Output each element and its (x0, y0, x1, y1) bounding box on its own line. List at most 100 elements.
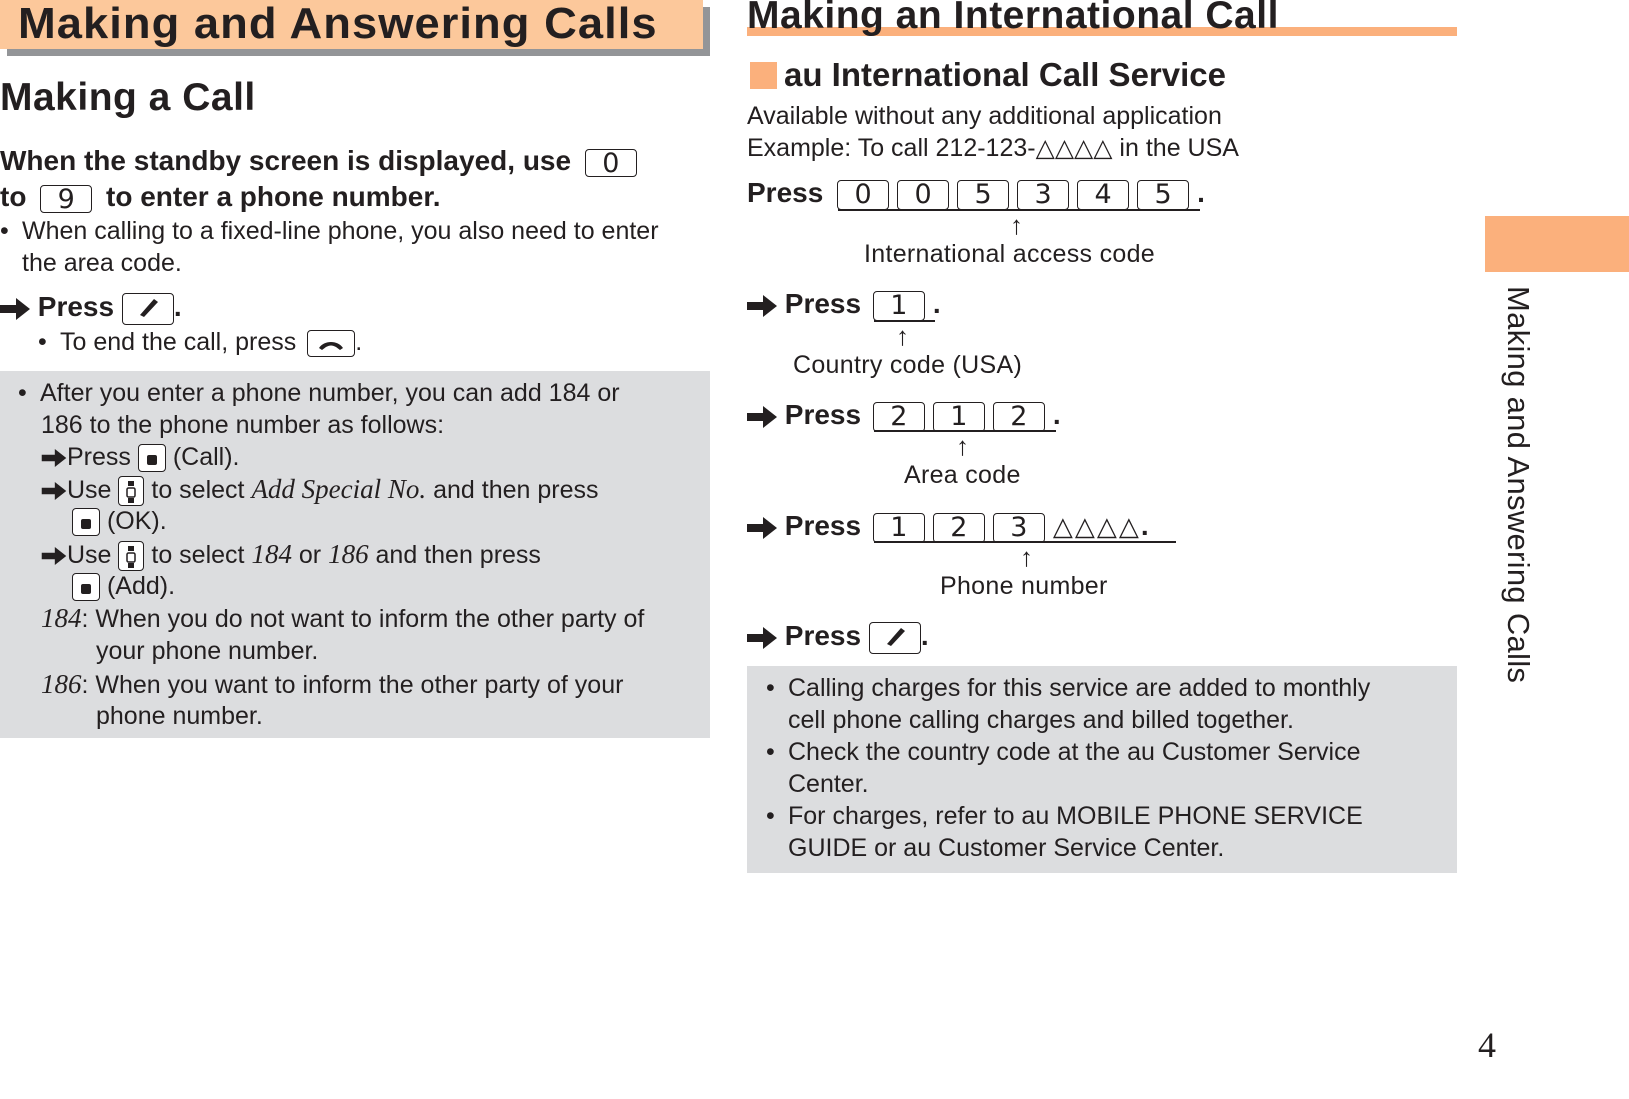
chapter-title: Making and Answering Calls (18, 0, 658, 48)
pointer-arrow-icon: ↑ (956, 431, 969, 461)
pointer-arrow-icon: ↑ (896, 321, 909, 351)
bullet-fixed-line: • When calling to a fixed-line phone, you… (0, 215, 659, 247)
end-call-key (307, 329, 356, 357)
bullet-dot: • (38, 328, 47, 356)
key-5: 5 (957, 179, 1010, 210)
right-arrow-icon (41, 449, 67, 468)
note-step-3: Use to select 184 or 186 and then press (41, 538, 541, 572)
intl-description: Available without any additional applica… (747, 102, 1222, 130)
intl-step-5: Press . (747, 618, 929, 654)
definition-184: 184: When you do not want to inform the … (41, 602, 644, 635)
caption-country-code: Country code (USA) (793, 351, 1023, 379)
definition-text: : When you do not want to inform the oth… (81, 605, 645, 633)
key-0: 0 (897, 179, 950, 210)
lead-text: When the standby screen is displayed, us… (0, 145, 572, 176)
pointer-arrow-icon: ↑ (1010, 210, 1023, 240)
step-text: Press (67, 443, 131, 471)
period: . (1197, 177, 1205, 208)
chapter-side-tab (1485, 216, 1629, 272)
intl-step-4: Press 1 2 3 △△△△. (747, 508, 1149, 544)
note-text-cont: Center. (788, 770, 869, 798)
center-key (72, 508, 100, 537)
call-key (121, 292, 174, 325)
digit-placeholder: △△△△ (1052, 511, 1141, 541)
step-text: and then press (433, 476, 599, 504)
subsection-title: au International Call Service (784, 56, 1226, 93)
call-key (868, 621, 921, 654)
key-sequence: 005345 (837, 175, 1197, 211)
key-2: 2 (872, 401, 925, 432)
menu-item-184: 184 (251, 539, 292, 569)
up-down-key (118, 476, 145, 507)
key-sequence: 212 (872, 397, 1053, 433)
bullet-dot: • (18, 379, 27, 407)
press-label: Press (37, 291, 115, 322)
phone-call-icon (886, 628, 905, 647)
lead-line-1: When the standby screen is displayed, us… (0, 143, 637, 179)
bullet-fixed-line-cont: the area code. (22, 249, 182, 277)
end-call-text: To end the call, press (60, 328, 297, 356)
right-arrow-icon (41, 547, 67, 566)
key-2: 2 (932, 512, 985, 543)
note-list: • Calling charges for this service are ad… (766, 672, 1370, 864)
key-4: 4 (1077, 179, 1130, 210)
key-1: 1 (932, 401, 985, 432)
note-text: After you enter a phone number, you can … (40, 379, 620, 407)
note-text: Check the country code at the au Custome… (788, 738, 1361, 766)
note-text: For charges, refer to au MOBILE PHONE SE… (788, 802, 1363, 830)
center-key-icon (146, 454, 157, 465)
note-line-1: • After you enter a phone number, you can… (18, 377, 620, 409)
key-sequence: 1 (872, 286, 933, 322)
key-9: 9 (40, 184, 93, 213)
section-title-international: Making an International Call (747, 0, 1279, 37)
menu-item-186: 186 (328, 539, 369, 569)
center-key (72, 573, 100, 602)
lead-line-2: to 9 to enter a phone number. (0, 179, 440, 215)
key-1: 1 (872, 512, 925, 543)
press-label: Press (747, 177, 824, 208)
phone-hangup-icon (319, 342, 344, 351)
note-step-2: Use to select Add Special No. and then p… (41, 473, 599, 507)
pointer-arrow-icon: ↑ (1020, 542, 1033, 572)
right-arrow-icon (747, 626, 777, 649)
note-step-1: Press (Call). (41, 441, 239, 473)
period: . (920, 620, 929, 651)
period: . (173, 291, 182, 322)
note-text-cont: GUIDE or au Customer Service Center. (788, 834, 1225, 862)
note-step-2-cont: (OK). (72, 505, 167, 537)
key-sequence: 123 (872, 508, 1053, 544)
definition-186: 186: When you want to inform the other p… (41, 668, 623, 701)
phone-call-icon (139, 299, 158, 318)
chapter-side-label: Making and Answering Calls (1501, 286, 1536, 684)
press-call-step: Press . (0, 289, 182, 325)
bullet-text: When calling to a fixed-line phone, you … (22, 217, 659, 245)
right-arrow-icon (41, 482, 67, 501)
step-text: or (298, 541, 322, 569)
bullet-dot: • (766, 802, 775, 830)
key-0: 0 (584, 148, 637, 177)
period: . (932, 288, 941, 319)
intl-example: Example: To call 212-123-△△△△ in the USA (747, 134, 1239, 162)
key-0: 0 (837, 179, 890, 210)
step-text: to select (151, 541, 245, 569)
right-arrow-icon (747, 405, 777, 428)
step-text: to select (151, 476, 245, 504)
key-5: 5 (1137, 179, 1190, 210)
step-text: (Add). (106, 572, 176, 600)
key-2: 2 (992, 401, 1045, 432)
note-item: • Check the country code at the au Custom… (766, 736, 1370, 768)
bullet-dot: • (766, 738, 775, 766)
lead-text: to (0, 181, 27, 212)
right-arrow-icon (747, 516, 777, 539)
step-text: (Call). (172, 443, 240, 471)
key-3: 3 (1017, 179, 1070, 210)
key-1: 1 (872, 290, 925, 321)
end-call-tip: • To end the call, press . (38, 328, 363, 357)
step-text: and then press (375, 541, 541, 569)
definition-term: 184 (41, 603, 82, 633)
note-text-cont: cell phone calling charges and billed to… (788, 706, 1294, 734)
bullet-dot: • (766, 674, 775, 702)
intl-step-3: Press 212. (747, 397, 1061, 433)
note-step-3-cont: (Add). (72, 570, 175, 602)
press-label: Press (784, 510, 862, 541)
